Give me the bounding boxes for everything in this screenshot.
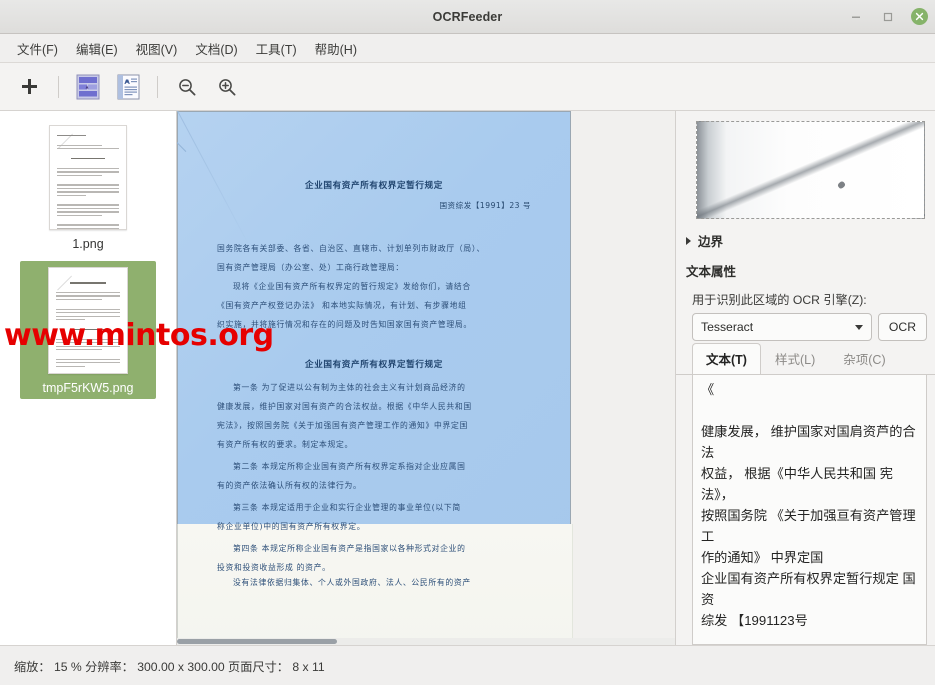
minimize-button[interactable] <box>847 8 865 26</box>
recognized-text-line-1: 《 <box>701 382 715 398</box>
boundary-expander[interactable]: 边界 <box>676 221 935 250</box>
zoom-in-icon <box>219 78 236 95</box>
close-button[interactable] <box>911 8 928 25</box>
recognized-text-line-8: 综发 【1991123号 <box>701 613 808 629</box>
properties-tabs: 文本(T) 样式(L) 杂项(C) <box>676 341 935 376</box>
thumbnail-preview <box>48 267 128 374</box>
doc-section-title: 企业国有资产所有权界定暂行规定 <box>305 360 443 370</box>
boundary-expander-label: 边界 <box>698 235 724 250</box>
title-bar: OCRFeeder <box>0 0 935 34</box>
plus-icon <box>21 79 37 94</box>
workspace: 1.png tmpF5rKW5.png 企业国有资产所有权界定暂行规定 国资综发… <box>0 111 935 645</box>
window-controls <box>847 0 928 33</box>
recognized-text-line-7: 企业国有资产所有权界定暂行规定 国资 <box>701 571 916 608</box>
toolbar <box>0 63 935 111</box>
chevron-right-icon <box>686 236 691 245</box>
menu-view[interactable]: 视图(V) <box>127 36 187 61</box>
doc-paragraph-5: 织实施，并将施行情况和存在的问题及时告知国家国有资产管理局。 <box>217 320 472 329</box>
doc-paragraph-1: 国务院各有关部委、各省、自治区、直辖市、计划单列市财政厅（局）、 <box>217 244 485 253</box>
ocrfeeder-window: OCRFeeder 文件(F) 编辑(E) 视图(V) 文档(D) 工具(T) … <box>0 0 935 685</box>
add-image-button[interactable] <box>10 70 48 104</box>
doc-article-line-2: 健康发展，维护国家对国有资产的合法权益。根据《中华人民共和国 <box>217 402 472 411</box>
toolbar-separator-2 <box>157 75 158 98</box>
menu-bar: 文件(F) 编辑(E) 视图(V) 文档(D) 工具(T) 帮助(H) <box>0 34 935 63</box>
doc-article-line-5: 第二条 本规定所称企业国有资产所有权界定系指对企业应属国 <box>233 462 466 471</box>
text-properties-title: 文本属性 <box>686 265 737 280</box>
status-bar: 缩放： 15 % 分辨率： 300.00 x 300.00 页面尺寸： 8 x … <box>0 645 935 685</box>
page-corner-fold <box>177 111 218 152</box>
recognized-text-line-3: 健康发展， 维护国家对国肩资芦的合法 <box>701 424 916 461</box>
thumbnail-label: 1.png <box>72 237 104 251</box>
preview-blemish-icon <box>836 180 846 190</box>
zoom-in-button[interactable] <box>208 70 246 104</box>
doc-paragraph-2: 国有资产管理局（办公室、处）工商行政管理局： <box>217 263 404 272</box>
canvas-horizontal-scrollbar[interactable] <box>177 638 675 645</box>
thumbnail-preview <box>49 125 127 230</box>
zoom-out-icon <box>179 78 196 95</box>
zoom-out-button[interactable] <box>168 70 206 104</box>
recognized-text-line-5: 按照国务院 《关于加强亘有资产管理工 <box>701 508 916 545</box>
tab-misc[interactable]: 杂项(C) <box>829 343 899 374</box>
recognize-document-button[interactable] <box>109 70 147 104</box>
menu-help[interactable]: 帮助(H) <box>306 36 366 61</box>
doc-paragraph-4: 《国有资产产权登记办法》 和本地实际情况，有计划、有步骤地组 <box>217 301 467 310</box>
toolbar-separator-1 <box>58 75 59 98</box>
menu-tools[interactable]: 工具(T) <box>247 36 306 61</box>
doc-article-line-9: 第四条 本规定所称企业国有资产是指国家以各种形式对企业的 <box>233 544 466 553</box>
ocr-button[interactable]: OCR <box>877 313 927 342</box>
recognized-text-blank-2 <box>701 631 918 644</box>
properties-pane: 边界 文本属性 用于识别此区域的 OCR 引擎(Z): Tesseract OC… <box>675 111 935 645</box>
recognized-text-blank-1 <box>701 400 918 421</box>
menu-document[interactable]: 文档(D) <box>186 36 246 61</box>
recognized-text-line-6: 作的通知》 中界定国 <box>701 550 824 566</box>
recognized-text-area[interactable]: 《 健康发展， 维护国家对国肩资芦的合法 权益， 根据《中华人民共和国 宪法》，… <box>692 375 927 645</box>
status-text: 缩放： 15 % 分辨率： 300.00 x 300.00 页面尺寸： 8 x … <box>14 659 325 674</box>
detect-layout-button[interactable] <box>69 70 107 104</box>
scrollbar-thumb[interactable] <box>177 639 337 644</box>
engine-row: Tesseract OCR <box>676 313 935 342</box>
ocr-engine-select[interactable]: Tesseract <box>692 313 872 342</box>
doc-article-line-7: 第三条 本规定适用于企业和实行企业管理的事业单位(以下简 <box>233 503 461 512</box>
doc-paragraph-3: 现将《企业国有资产所有权界定的暂行规定》发给你们，请结合 <box>233 282 471 291</box>
menu-edit[interactable]: 编辑(E) <box>67 36 127 61</box>
document-text-icon <box>117 74 139 99</box>
window-title: OCRFeeder <box>432 9 503 24</box>
doc-main-title: 企业国有资产所有权界定暂行规定 <box>305 181 443 191</box>
chevron-down-icon <box>854 324 863 330</box>
close-icon <box>915 12 924 21</box>
doc-article-line-11: 没有法律依据归集体、个人或外国政府、法人、公民所有的资产 <box>233 578 471 587</box>
region-preview-image <box>696 121 925 220</box>
doc-number: 国资综发【1991】23 号 <box>439 201 531 210</box>
region-preview <box>686 119 925 222</box>
engine-field-label: 用于识别此区域的 OCR 引擎(Z): <box>692 293 867 308</box>
thumbnail-item-2[interactable]: tmpF5rKW5.png <box>20 261 156 399</box>
ocr-engine-value: Tesseract <box>701 320 754 335</box>
tab-style[interactable]: 样式(L) <box>761 343 829 374</box>
recognized-text-line-4: 权益， 根据《中华人民共和国 宪法》， <box>701 466 893 503</box>
thumbnail-item-1[interactable]: 1.png <box>20 119 156 255</box>
document-canvas[interactable]: 企业国有资产所有权界定暂行规定 国资综发【1991】23 号 国务院各有关部委、… <box>177 111 675 645</box>
thumbnail-label: tmpF5rKW5.png <box>42 381 134 395</box>
page-layout-icon <box>76 74 100 99</box>
doc-article-line-4: 有资产所有权的要求。制定本规定。 <box>217 440 353 449</box>
doc-article-line-3: 宪法》，按照国务院《关于加强国有资产管理工作的通知》中界定国 <box>217 421 469 430</box>
doc-article-line-1: 第一条 为了促进以公有制为主体的社会主义有计划商品经济的 <box>233 383 466 392</box>
tab-text[interactable]: 文本(T) <box>692 343 761 375</box>
doc-article-line-8: 称企业单位)中的国有资产所有权界定。 <box>217 522 366 531</box>
menu-file[interactable]: 文件(F) <box>8 36 67 61</box>
doc-article-line-6: 有的资产依法确认所有权的法律行为。 <box>217 481 362 490</box>
maximize-button[interactable] <box>879 8 897 26</box>
thumbnail-list[interactable]: 1.png tmpF5rKW5.png <box>0 111 177 645</box>
